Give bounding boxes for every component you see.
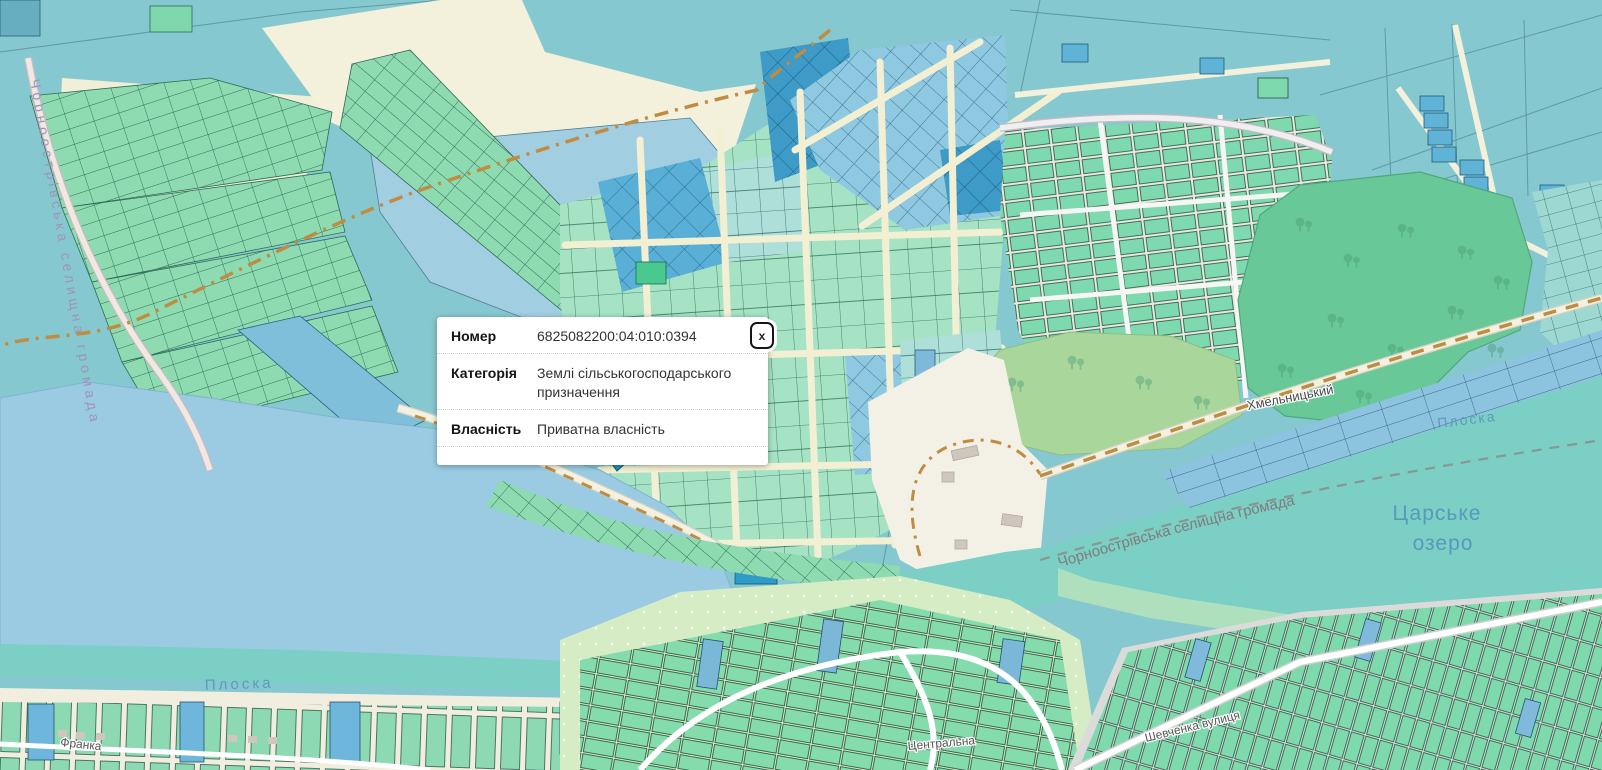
popup-close-button[interactable]: x xyxy=(750,322,774,349)
label-lake-tsarske-line2: озеро xyxy=(1413,532,1474,555)
popup-row-number: Номер 6825082200:04:010:0394 xyxy=(437,317,768,354)
map-canvas[interactable]: Плоска Плоска Царське озеро Чорноострівс… xyxy=(0,0,1602,770)
popup-value-ownership: Приватна власність xyxy=(537,420,755,439)
parcel[interactable] xyxy=(0,0,40,36)
parcel-green[interactable] xyxy=(1258,78,1288,98)
parcel[interactable] xyxy=(150,6,192,32)
popup-row-category: Категорія Землі сільськогосподарського п… xyxy=(437,354,768,410)
popup-label-category: Категорія xyxy=(451,364,537,402)
map-viewport: Плоска Плоска Царське озеро Чорноострівс… xyxy=(0,0,1602,770)
parcel-bright-green[interactable] xyxy=(636,262,666,284)
popup-value-category: Землі сільськогосподарського призначення xyxy=(537,364,755,402)
parcel-info-popup: Номер 6825082200:04:010:0394 Категорія З… xyxy=(437,317,768,465)
popup-value-number: 6825082200:04:010:0394 xyxy=(537,327,755,346)
popup-label-ownership: Власність xyxy=(451,420,537,439)
popup-label-number: Номер xyxy=(451,327,537,346)
popup-row-ownership: Власність Приватна власність xyxy=(437,410,768,447)
label-lake-tsarske-line1: Царське xyxy=(1393,502,1482,525)
label-river-ploska-west: Плоска xyxy=(205,675,274,694)
